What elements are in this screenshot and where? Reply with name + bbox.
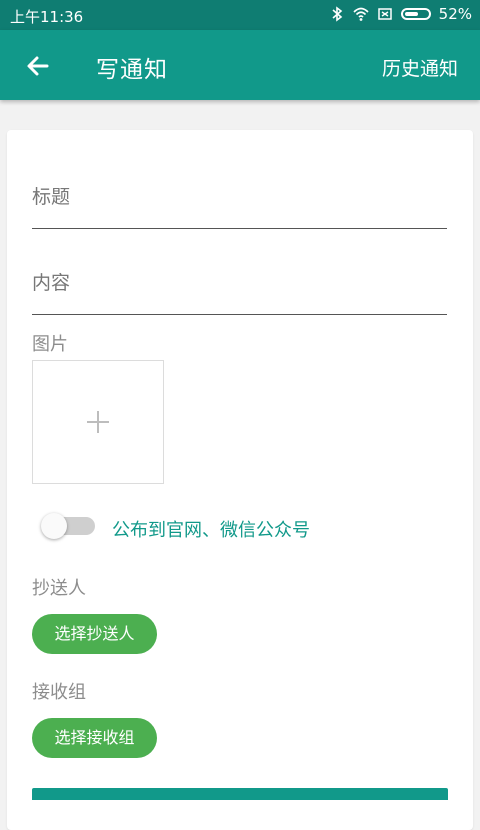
group-label: 接收组	[32, 682, 86, 703]
battery-percent: 52%	[438, 5, 472, 23]
content-input[interactable]: 内容	[32, 268, 447, 315]
publish-toggle[interactable]	[41, 513, 95, 539]
title-input[interactable]: 标题	[32, 182, 447, 229]
select-group-button[interactable]: 选择接收组	[32, 718, 157, 758]
publish-label: 公布到官网、微信公众号	[112, 520, 310, 541]
image-label: 图片	[32, 334, 68, 355]
back-arrow-icon[interactable]	[22, 50, 54, 82]
title-placeholder: 标题	[32, 186, 71, 208]
history-notices-button[interactable]: 历史通知	[382, 54, 458, 81]
status-bar: 上午11:36 52%	[0, 0, 480, 30]
sim-off-icon	[377, 8, 392, 20]
bluetooth-icon	[332, 6, 342, 22]
wifi-icon	[353, 7, 369, 21]
status-time: 上午11:36	[10, 8, 84, 26]
select-cc-button[interactable]: 选择抄送人	[32, 614, 157, 654]
battery-icon	[400, 8, 431, 20]
page-title: 写通知	[96, 57, 168, 83]
status-icons: 52%	[329, 5, 472, 23]
notice-form-card: 标题 内容 图片 公布到官网、微信公众号 抄送人 选择抄送人 接收组 选择接收组	[7, 130, 473, 830]
cc-label: 抄送人	[32, 578, 86, 599]
battery-fill	[404, 12, 419, 16]
plus-icon	[87, 411, 109, 433]
content-placeholder: 内容	[32, 272, 71, 294]
submit-button[interactable]	[32, 788, 448, 800]
toggle-knob	[41, 513, 67, 539]
add-image-button[interactable]	[32, 360, 164, 484]
app-bar: 写通知 历史通知	[0, 30, 480, 100]
